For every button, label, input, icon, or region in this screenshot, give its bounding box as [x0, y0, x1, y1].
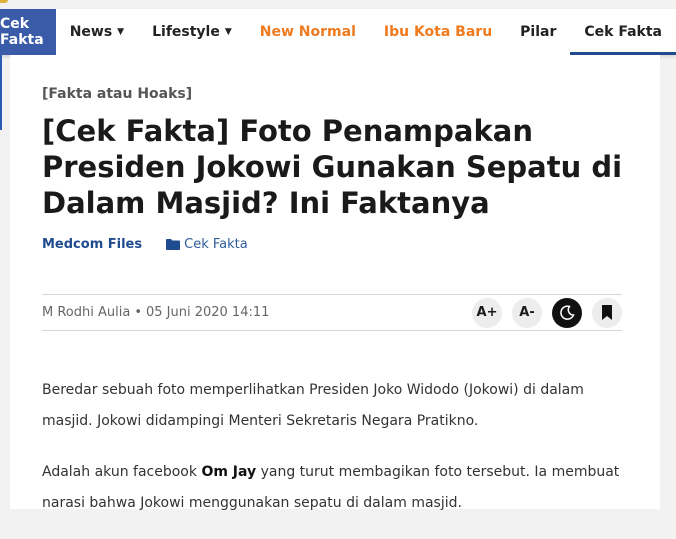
paragraph: Beredar sebuah foto memperlihatkan Presi… — [42, 382, 584, 429]
category-link[interactable]: Cek Fakta — [166, 237, 248, 252]
nav-item-label: Pilar — [520, 24, 557, 40]
byline-bar: M Rodhi Aulia • 05 Juni 2020 14:11 A+ A- — [42, 294, 622, 331]
nav-item-ibu-kota-baru[interactable]: Ibu Kota Baru — [370, 9, 506, 55]
nav-item-new-normal[interactable]: New Normal — [246, 9, 370, 55]
caret-down-icon: ▼ — [117, 27, 125, 37]
nav-item-pilar[interactable]: Pilar — [506, 9, 570, 55]
bookmark-icon — [602, 305, 612, 320]
sidebar-accent — [0, 55, 2, 130]
article-body: Beredar sebuah foto memperlihatkan Presi… — [42, 375, 632, 539]
author-name[interactable]: M Rodhi Aulia — [42, 305, 130, 320]
nav-brand[interactable]: Cek Fakta — [0, 9, 56, 55]
caret-down-icon: ▼ — [224, 27, 232, 37]
font-increase-button[interactable]: A+ — [472, 297, 502, 328]
category-label: Cek Fakta — [184, 237, 248, 252]
nav-item-label: News — [69, 24, 113, 40]
moon-icon — [560, 304, 575, 320]
main-nav: Cek Fakta News ▼ Lifestyle ▼ New Normal … — [0, 9, 676, 55]
article-title: [Cek Fakta] Foto Penampakan Presiden Jok… — [42, 114, 623, 220]
bookmark-button[interactable] — [592, 297, 622, 328]
article-kicker[interactable]: [Fakta atau Hoaks] — [42, 86, 192, 102]
dark-mode-button[interactable] — [552, 297, 582, 328]
paragraph-text: Adalah akun facebook — [42, 464, 202, 480]
nav-item-label: Ibu Kota Baru — [383, 24, 493, 40]
font-decrease-button[interactable]: A- — [512, 297, 542, 328]
nav-item-label: New Normal — [259, 24, 356, 40]
nav-item-cek-fakta[interactable]: Cek Fakta — [570, 9, 676, 55]
top-accent — [0, 0, 8, 3]
publish-date: 05 Juni 2020 14:11 — [145, 305, 270, 320]
source-link[interactable]: Medcom Files — [42, 237, 142, 252]
top-strip — [0, 0, 676, 9]
nav-item-label: Lifestyle — [152, 24, 220, 40]
nav-item-news[interactable]: News ▼ — [56, 9, 138, 55]
byline: M Rodhi Aulia • 05 Juni 2020 14:11 — [42, 305, 269, 320]
article-card: [Fakta atau Hoaks] [Cek Fakta] Foto Pena… — [10, 55, 660, 511]
folder-icon — [166, 239, 181, 250]
nav-item-label: Cek Fakta — [584, 24, 662, 40]
nav-item-lifestyle[interactable]: Lifestyle ▼ — [138, 9, 246, 55]
byline-separator: • — [134, 305, 142, 320]
paragraph-bold: Om Jay — [201, 464, 257, 480]
paragraph: Adalah akun facebook Om Jay yang turut m… — [42, 457, 632, 519]
article-meta: Medcom Files Cek Fakta — [42, 237, 248, 252]
reader-tools: A+ A- — [472, 297, 622, 328]
